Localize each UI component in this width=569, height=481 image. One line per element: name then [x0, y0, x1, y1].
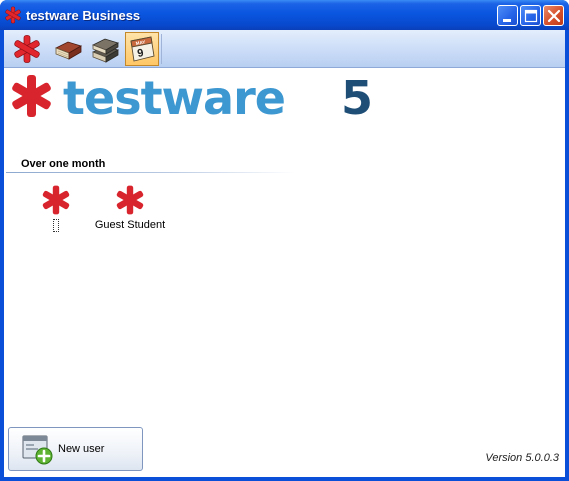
- add-window-icon: [22, 435, 53, 465]
- title-bar[interactable]: testware Business: [0, 0, 569, 30]
- window-title: testware Business: [26, 8, 141, 23]
- toolbar-separator: [161, 34, 162, 64]
- book-stack-icon: [92, 38, 119, 63]
- testware-asterisk-icon: [5, 6, 21, 24]
- user-tile-guest-student[interactable]: Guest Student: [88, 184, 172, 240]
- book-icon: [55, 41, 82, 60]
- toolbar-calendar-button[interactable]: MAY 9: [125, 32, 159, 66]
- section-title: Over one month: [21, 158, 106, 170]
- toolbar-books-button[interactable]: [88, 32, 122, 66]
- section-divider: [6, 172, 296, 173]
- testware-home-icon: [14, 35, 40, 63]
- minimize-button[interactable]: [497, 5, 518, 26]
- version-label: Version 5.0.0.3: [485, 452, 559, 464]
- user-name: [53, 219, 59, 232]
- new-user-button[interactable]: New user: [8, 427, 143, 471]
- testware-logo: testware 5: [12, 72, 373, 124]
- app-window: testware Business MAY 9 testware 5 Over …: [0, 0, 569, 481]
- toolbar-home-button[interactable]: [10, 32, 44, 66]
- toolbar-book-button[interactable]: [51, 32, 85, 66]
- logo-number: 5: [341, 72, 373, 124]
- close-button[interactable]: [543, 5, 564, 26]
- user-tile[interactable]: [14, 184, 98, 240]
- logo-word: testware: [63, 72, 285, 124]
- minimize-icon: [503, 19, 511, 22]
- user-name: Guest Student: [94, 219, 166, 231]
- close-icon: [547, 9, 561, 23]
- maximize-icon: [524, 9, 538, 23]
- main-content: MAY 9 testware 5 Over one month Guest St…: [4, 30, 565, 477]
- calendar-icon: MAY 9: [130, 36, 155, 62]
- user-asterisk-icon: [42, 185, 70, 215]
- new-user-label: New user: [58, 443, 105, 455]
- maximize-button[interactable]: [520, 5, 541, 26]
- toolbar: MAY 9: [4, 30, 565, 68]
- logo-asterisk-icon: [12, 75, 51, 117]
- user-asterisk-icon: [116, 185, 144, 215]
